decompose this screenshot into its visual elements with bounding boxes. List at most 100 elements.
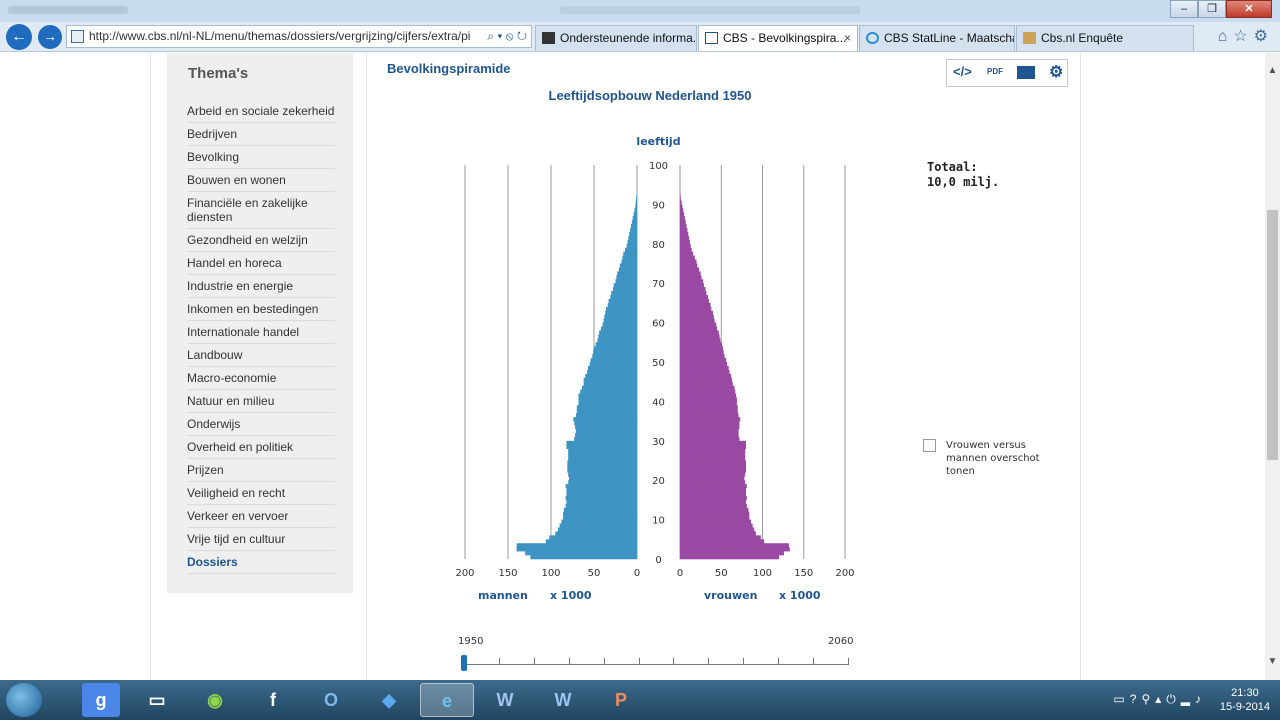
bar-vrouwen [680,287,706,292]
page-left-border [150,53,151,680]
sidebar-item-verkeer[interactable]: Verkeer en vervoer [187,505,335,528]
slider-track[interactable] [464,664,848,665]
bar-vrouwen [680,405,738,410]
browser-navbar: ← → http://www.cbs.nl/nl-NL/menu/themas/… [0,22,1280,52]
bar-vrouwen [680,208,684,213]
sidebar-item-bedrijven[interactable]: Bedrijven [187,123,335,146]
usb-icon[interactable]: ⚲ [1141,692,1155,706]
sidebar-item-financiele[interactable]: Financiële en zakelijke diensten [187,192,335,229]
bar-vrouwen [680,425,740,430]
x-tick-label-right: 50 [715,568,728,579]
sidebar-item-overheid[interactable]: Overheid en politiek [187,436,335,459]
sidebar-item-landbouw[interactable]: Landbouw [187,344,335,367]
clock[interactable]: 21:30 15-9-2014 [1220,686,1270,714]
signal-icon[interactable]: ▂ [1181,692,1195,706]
sidebar-item-vrije-tijd[interactable]: Vrije tijd en cultuur [187,528,335,551]
help-icon[interactable]: ? [1130,692,1142,706]
bar-mannen [600,326,637,331]
sidebar-item-natuur[interactable]: Natuur en milieu [187,390,335,413]
close-button[interactable]: ✕ [1226,0,1272,18]
bar-mannen [576,409,637,414]
sidebar-item-veiligheid[interactable]: Veiligheid en recht [187,482,335,505]
bar-mannen [568,448,637,453]
address-bar[interactable]: http://www.cbs.nl/nl-NL/menu/themas/doss… [66,25,532,48]
pdf-button[interactable]: PDF [987,67,1003,76]
tab-ondersteunende[interactable]: Ondersteunende informa... [535,25,697,51]
sidebar-item-arbeid[interactable]: Arbeid en sociale zekerheid [187,100,335,123]
bar-mannen [635,204,637,209]
total-value: 10,0 milj. [927,175,1000,189]
dropbox-icon[interactable]: ◆ [364,683,414,717]
bar-mannen [597,338,637,343]
address-tools[interactable]: ⌕ ▾ ⦸ ↻ [487,26,527,47]
bar-mannen [593,350,637,355]
facebook-icon[interactable]: f [248,683,298,717]
sidebar-item-macro-economie[interactable]: Macro-economie [187,367,335,390]
sidebar-item-prijzen[interactable]: Prijzen [187,459,335,482]
bar-mannen [599,330,637,335]
bar-vrouwen [680,503,747,509]
settings-icon[interactable]: ⚙ [1254,28,1274,45]
powerpoint-icon[interactable]: P [594,683,648,717]
sidebar-item-internationale-handel[interactable]: Internationale handel [187,321,335,344]
overschot-checkbox[interactable] [923,439,936,452]
volume-icon[interactable]: ♪ [1195,692,1206,706]
scroll-up-icon[interactable]: ▲ [1267,65,1278,76]
bar-mannen [624,247,637,252]
forward-button[interactable]: → [38,25,62,49]
minimize-button[interactable]: – [1170,0,1198,18]
tab-statline[interactable]: CBS StatLine - Maatscha... [859,25,1015,51]
scroll-thumb[interactable] [1267,210,1278,460]
google-icon[interactable]: g [82,683,120,717]
tab-enquete[interactable]: Cbs.nl Enquête [1016,25,1194,51]
maximize-button[interactable]: ❐ [1198,0,1226,18]
image-icon[interactable] [1017,66,1035,79]
bar-mannen [549,535,637,540]
tab-favicon-icon [542,32,555,44]
favorites-icon[interactable]: ☆ [1233,28,1253,45]
gear-icon[interactable]: ⚙ [1049,62,1063,82]
back-button[interactable]: ← [6,24,32,50]
start-button[interactable] [6,683,42,717]
tab-bevolkingspiramide[interactable]: CBS - Bevolkingspira... × [698,25,858,51]
home-icon[interactable]: ⌂ [1218,28,1234,45]
tab-label: CBS StatLine - Maatscha... [884,31,1015,45]
bar-mannen [583,377,637,382]
x-tick-label-right: 150 [794,568,813,579]
system-tray: ▭?⚲▴⏻▂♪ [1113,692,1206,707]
word-doc-icon[interactable]: W [536,683,590,717]
power-icon[interactable]: ⏻ [1166,692,1181,706]
spotify-icon[interactable]: ◉ [190,683,240,717]
bar-vrouwen [680,511,750,516]
mannen-scale-label: x 1000 [550,589,592,602]
bar-mannen [627,239,637,245]
tray-icon[interactable]: ▭ [1113,692,1129,706]
bar-mannen [590,358,637,363]
outlook-icon[interactable]: O [306,683,356,717]
word-icon[interactable]: W [478,683,532,717]
sidebar-item-dossiers[interactable]: Dossiers [187,551,335,574]
bar-vrouwen [680,322,717,327]
sidebar-item-industrie[interactable]: Industrie en energie [187,275,335,298]
sidebar-item-bevolking[interactable]: Bevolking [187,146,335,169]
bar-mannen [622,255,637,260]
embed-button[interactable]: </> [953,64,972,79]
sidebar-item-gezondheid[interactable]: Gezondheid en welzijn [187,229,335,252]
bar-mannen [574,436,637,442]
bar-mannen [626,243,637,249]
bar-mannen [568,452,637,457]
sidebar-item-onderwijs[interactable]: Onderwijs [187,413,335,436]
bar-mannen [616,275,637,280]
internet-explorer-icon[interactable]: e [420,683,474,717]
bar-vrouwen [680,428,739,434]
sidebar-item-bouwen[interactable]: Bouwen en wonen [187,169,335,192]
page-scrollbar[interactable]: ▲ ▼ [1265,53,1280,680]
sidebar-item-inkomen[interactable]: Inkomen en bestedingen [187,298,335,321]
slider-thumb[interactable] [461,655,467,671]
folder-icon[interactable]: ▭ [132,683,182,717]
bar-vrouwen [680,291,707,296]
sidebar-item-handel[interactable]: Handel en horeca [187,252,335,275]
tray-arrow-icon[interactable]: ▴ [1155,692,1166,706]
tab-close-icon[interactable]: × [844,26,851,50]
scroll-down-icon[interactable]: ▼ [1267,656,1278,667]
